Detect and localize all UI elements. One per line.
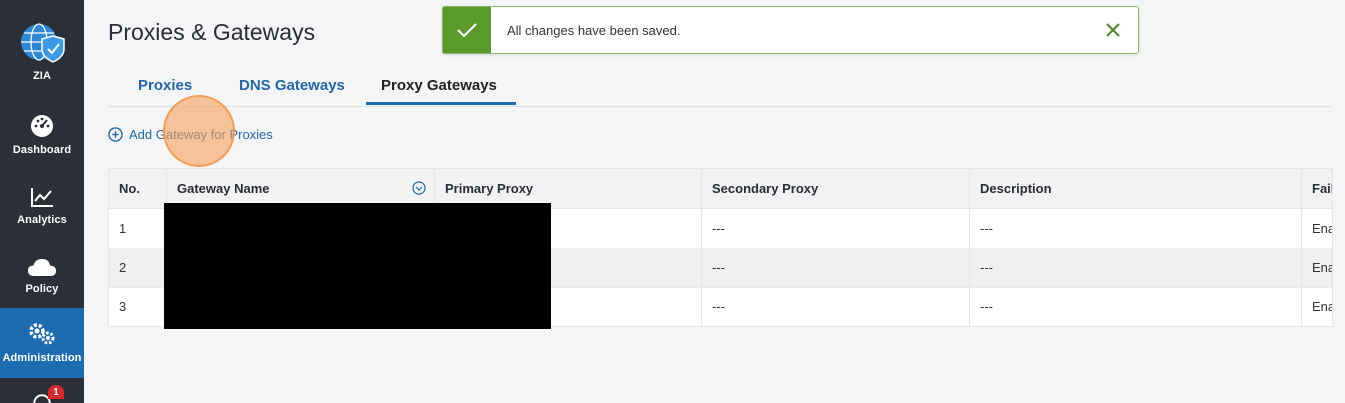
toast-status [443, 7, 491, 53]
sidebar-item-policy[interactable]: Policy [0, 241, 84, 311]
sidebar-item-label: Policy [25, 283, 59, 295]
plus-circle-icon [108, 127, 123, 142]
add-gateway-button[interactable]: Add Gateway for Proxies [108, 127, 273, 142]
column-header-description[interactable]: Description [969, 169, 1301, 208]
page-title: Proxies & Gateways [108, 19, 316, 45]
cell-no: 1 [119, 221, 127, 236]
sidebar: ZIA Dashboard Analytics Policy Administr… [0, 0, 84, 403]
column-header-secondary-proxy[interactable]: Secondary Proxy [701, 169, 969, 208]
tab-bar: Proxies DNS Gateways Proxy Gateways [108, 68, 1331, 107]
column-header-label: Gateway Name [177, 181, 270, 196]
cell-description: --- [969, 287, 1301, 326]
checkmark-icon [457, 23, 477, 38]
add-gateway-label: Add Gateway for Proxies [129, 127, 273, 142]
sidebar-item-label: ZIA [32, 70, 52, 82]
success-toast: All changes have been saved. [442, 6, 1139, 54]
sidebar-item-dashboard[interactable]: Dashboard [0, 100, 84, 170]
sidebar-item-zia[interactable]: ZIA [0, 17, 84, 87]
cell-secondary-proxy: --- [701, 209, 969, 248]
column-header-no[interactable]: No. [109, 169, 166, 208]
globe-shield-icon [21, 23, 65, 63]
cell-secondary-proxy: --- [701, 287, 969, 326]
toast-message: All changes have been saved. [507, 23, 681, 38]
active-tab-indicator [366, 102, 516, 105]
gears-icon [29, 323, 55, 345]
dashboard-gauge-icon [31, 115, 53, 137]
sidebar-item-label: Dashboard [12, 144, 72, 156]
cell-fail: Ena [1301, 209, 1332, 248]
sort-chevron-icon[interactable] [412, 181, 426, 195]
tab-dns-gateways[interactable]: DNS Gateways [239, 77, 345, 94]
cell-description: --- [969, 209, 1301, 248]
redacted-region [164, 203, 551, 329]
sidebar-item-administration[interactable]: Administration [0, 308, 84, 378]
cell-fail: Ena [1301, 287, 1332, 326]
sidebar-item-analytics[interactable]: Analytics [0, 171, 84, 241]
cloud-icon [28, 259, 56, 276]
tab-proxy-gateways[interactable]: Proxy Gateways [381, 77, 497, 94]
notification-badge: 1 [48, 385, 64, 399]
close-icon[interactable] [1102, 19, 1124, 41]
column-header-fail[interactable]: Fail [1301, 169, 1332, 208]
cell-no: 2 [119, 260, 127, 275]
cell-fail: Ena [1301, 248, 1332, 287]
cell-no: 3 [119, 299, 127, 314]
tab-proxies[interactable]: Proxies [138, 77, 192, 94]
sidebar-item-label: Analytics [17, 214, 67, 226]
main-content: Proxies & Gateways Proxies DNS Gateways … [84, 0, 1345, 403]
sidebar-item-label: Administration [2, 352, 82, 364]
analytics-chart-icon [31, 188, 53, 207]
cell-description: --- [969, 248, 1301, 287]
cell-secondary-proxy: --- [701, 248, 969, 287]
sidebar-item-notifications[interactable]: 1 [0, 385, 84, 403]
